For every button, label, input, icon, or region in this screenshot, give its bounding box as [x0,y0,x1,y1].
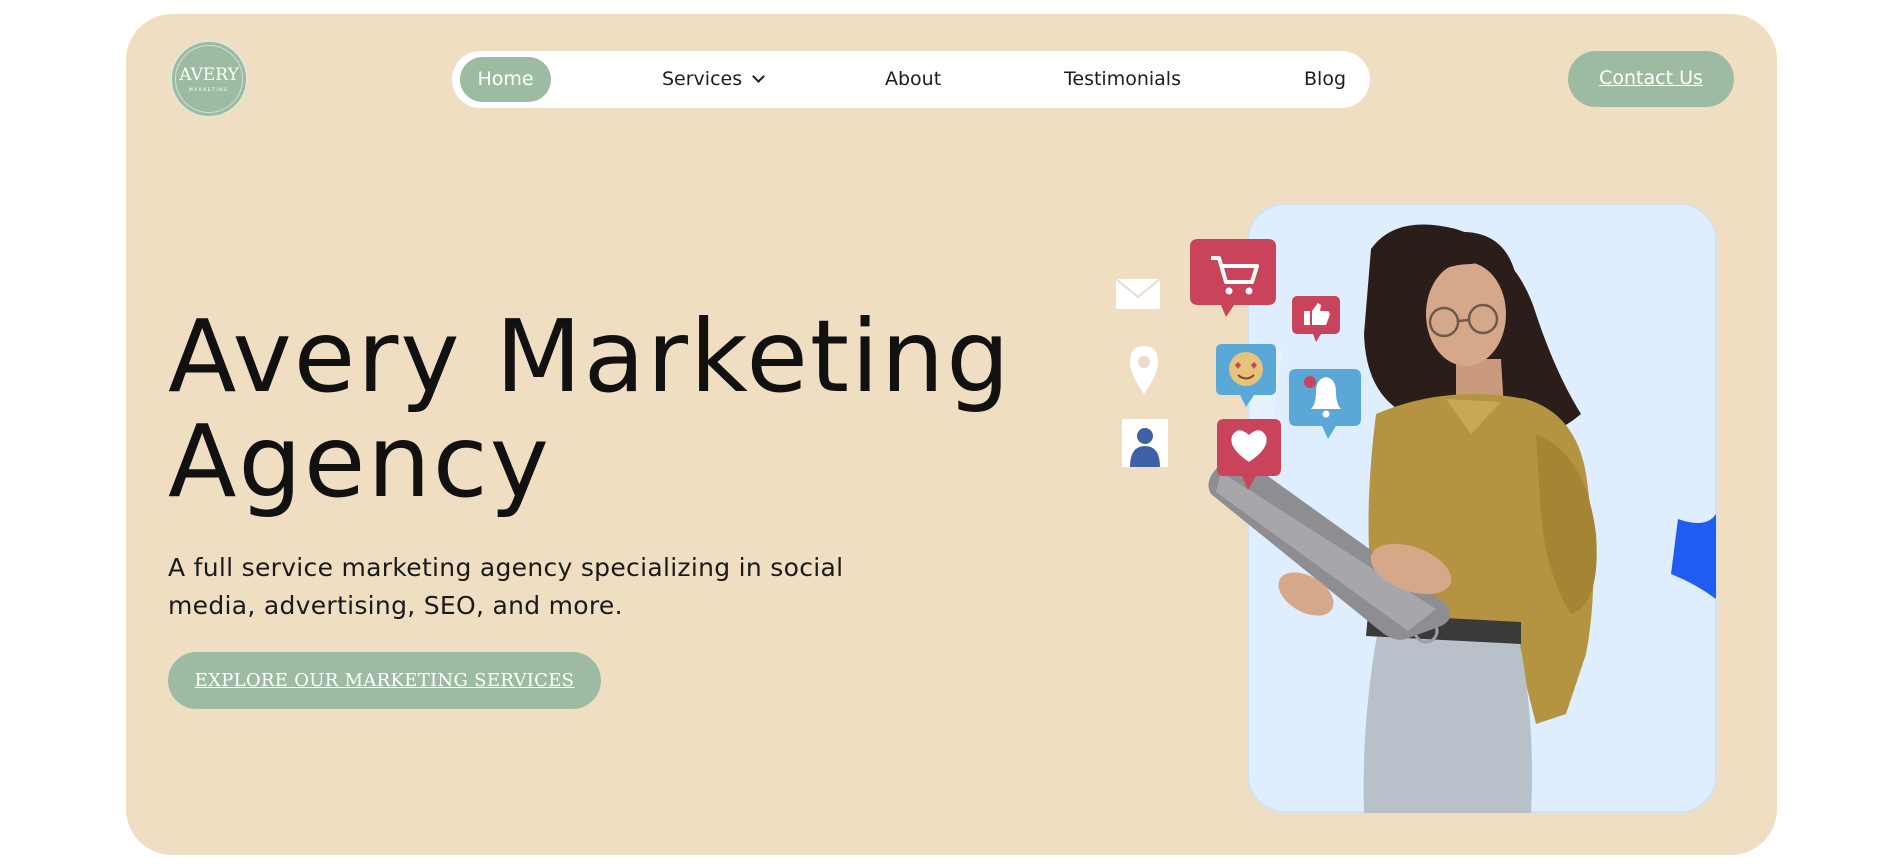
hero-card: AVERY MARKETING Home Services About Test… [126,14,1777,855]
woman-with-tablet [1208,224,1597,813]
mail-icon [1115,278,1161,309]
notification-bell-icon [1289,369,1361,439]
location-pin-icon [1130,346,1158,394]
thumbs-up-icon [1292,296,1340,342]
user-contact-icon [1122,419,1168,467]
shopping-cart-icon [1190,239,1276,317]
hero-illustration [1115,224,1716,813]
blue-swoosh [1671,514,1716,599]
